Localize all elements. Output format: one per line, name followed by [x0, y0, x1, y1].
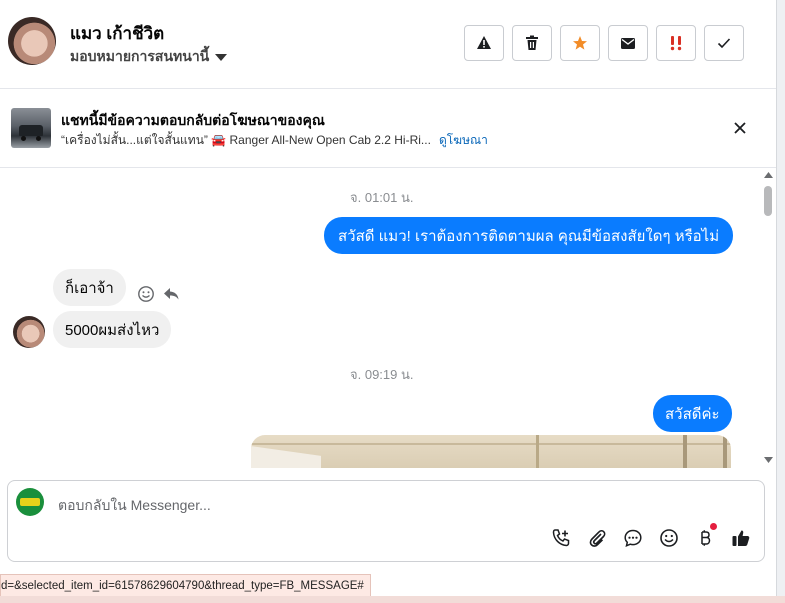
ad-title: แชทนี้มีข้อความตอบกลับต่อโฆษณาของคุณ — [61, 112, 325, 128]
payment-button[interactable] — [694, 523, 717, 549]
saved-replies-button[interactable] — [622, 527, 644, 549]
like-button[interactable] — [730, 527, 752, 549]
react-emoji-icon[interactable] — [137, 285, 155, 303]
reply-input[interactable] — [56, 494, 660, 516]
like-icon — [732, 530, 750, 546]
message-outgoing[interactable]: สวัสดีค่ะ — [653, 395, 732, 432]
star-icon — [573, 36, 587, 50]
page-avatar — [16, 488, 44, 516]
mark-important-button[interactable] — [656, 25, 696, 61]
phone-add-icon — [552, 529, 570, 547]
scrollbar-thumb[interactable] — [764, 186, 772, 216]
mark-done-button[interactable] — [704, 25, 744, 61]
contact-avatar — [13, 316, 45, 348]
ad-description: “เครื่องไม่สั้น...แต่ใจสั้นแทน” 🚘 Ranger… — [61, 133, 431, 147]
contact-name[interactable]: แมว เก้าชีวิต — [70, 20, 164, 47]
conversation-header: แมว เก้าชีวิต มอบหมายการสนทนานี้ — [0, 0, 776, 89]
view-ad-link[interactable]: ดูโฆษณา — [439, 133, 488, 147]
add-call-button[interactable] — [550, 527, 572, 549]
message-incoming[interactable]: ก็เอาจ้า — [53, 269, 126, 306]
report-button[interactable] — [464, 25, 504, 61]
close-icon — [734, 122, 746, 134]
emoji-icon — [660, 529, 678, 547]
message-incoming[interactable]: 5000ผมส่งไหว — [53, 311, 172, 348]
check-icon — [717, 38, 731, 49]
message-outgoing[interactable]: สวัสดี แมว! เราต้องการติดตามผล คุณมีข้อส… — [324, 217, 734, 254]
trash-icon — [526, 35, 538, 50]
link-status-bar: d=&selected_item_id=61578629604790&threa… — [0, 574, 371, 598]
report-icon — [477, 36, 491, 49]
assign-dropdown[interactable]: มอบหมายการสนทนานี้ — [70, 46, 228, 68]
timestamp: จ. 09:19 น. — [350, 367, 414, 382]
avatar[interactable] — [8, 17, 56, 65]
payment-icon — [701, 530, 711, 546]
delete-button[interactable] — [512, 25, 552, 61]
ad-subtitle: “เครื่องไม่สั้น...แต่ใจสั้นแทน” 🚘 Ranger… — [61, 131, 488, 150]
saved-reply-icon — [624, 529, 642, 548]
ad-thumbnail[interactable] — [11, 108, 51, 148]
close-ad-button[interactable] — [729, 117, 751, 139]
window-bottom-strip — [0, 596, 785, 603]
mark-unread-button[interactable] — [608, 25, 648, 61]
scroll-up-arrow-icon[interactable] — [764, 172, 773, 178]
emoji-button[interactable] — [658, 527, 680, 549]
assign-label: มอบหมายการสนทนานี้ — [70, 48, 210, 64]
scroll-down-arrow-icon[interactable] — [764, 457, 773, 463]
important-icon — [670, 36, 682, 51]
image-attachment[interactable] — [251, 435, 731, 468]
reply-icon[interactable] — [162, 285, 180, 303]
star-button[interactable] — [560, 25, 600, 61]
attach-file-button[interactable] — [586, 527, 608, 549]
message-thread[interactable]: จ. 01:01 น. สวัสดี แมว! เราต้องการติดตาม… — [0, 168, 760, 468]
mail-icon — [621, 37, 635, 49]
caret-down-icon — [215, 53, 228, 61]
attachment-icon — [589, 529, 606, 547]
notification-dot — [710, 523, 717, 530]
window-edge — [776, 0, 785, 603]
timestamp: จ. 01:01 น. — [350, 190, 414, 205]
reply-composer — [7, 480, 765, 562]
